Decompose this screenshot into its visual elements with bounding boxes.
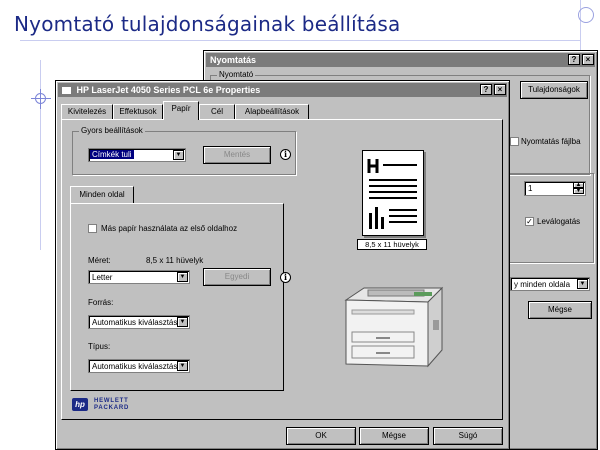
cancel-button[interactable]: Mégse	[359, 427, 429, 445]
decor-circle	[35, 93, 46, 104]
size-select[interactable]: Letter ▼	[88, 270, 190, 284]
page-preview	[362, 150, 424, 236]
chevron-down-icon[interactable]: ▼	[173, 150, 184, 160]
printer-image	[344, 286, 444, 368]
chevron-down-icon[interactable]: ▼	[177, 361, 188, 371]
info-icon[interactable]: i	[280, 149, 291, 160]
custom-button[interactable]: Egyedi	[203, 268, 271, 286]
page-preview-icon	[367, 159, 417, 229]
save-button[interactable]: Mentés	[203, 146, 271, 164]
quick-sets-value: Címkék tuli	[90, 150, 134, 159]
source-select[interactable]: Automatikus kiválasztás ▼	[88, 315, 190, 329]
hp-logo-icon: hp	[72, 398, 88, 411]
size-label: Méret:	[88, 256, 111, 265]
type-label: Típus:	[88, 342, 111, 351]
help-button[interactable]: Súgó	[433, 427, 503, 445]
quick-sets-select[interactable]: Címkék tuli ▼	[88, 148, 186, 162]
size-dimensions: 8,5 x 11 hüvelyk	[146, 256, 204, 265]
hp-logo-line2: PACKARD	[94, 405, 130, 411]
source-value: Automatikus kiválasztás	[92, 318, 178, 327]
tab-all-pages[interactable]: Minden oldal	[70, 186, 134, 203]
all-pages-label: Minden oldal	[79, 190, 125, 199]
size-value: Letter	[92, 273, 113, 282]
hp-logo: hp HEWLETT PACKARD	[72, 398, 168, 412]
hp-logo-line1: HEWLETT	[94, 398, 129, 404]
chevron-down-icon[interactable]: ▼	[177, 317, 188, 327]
chevron-down-icon[interactable]: ▼	[177, 272, 188, 282]
quick-sets-label: Gyors beállítások	[79, 126, 145, 135]
preview-caption: 8,5 x 11 hüvelyk	[357, 239, 427, 250]
different-first-page-label: Más papír használata az első oldalhoz	[101, 224, 238, 233]
ok-button[interactable]: OK	[286, 427, 356, 445]
source-label: Forrás:	[88, 298, 114, 307]
type-select[interactable]: Automatikus kiválasztás ▼	[88, 359, 190, 373]
type-value: Automatikus kiválasztás	[92, 362, 178, 371]
different-first-page-checkbox[interactable]	[88, 224, 97, 233]
info-icon[interactable]: i	[280, 272, 291, 283]
